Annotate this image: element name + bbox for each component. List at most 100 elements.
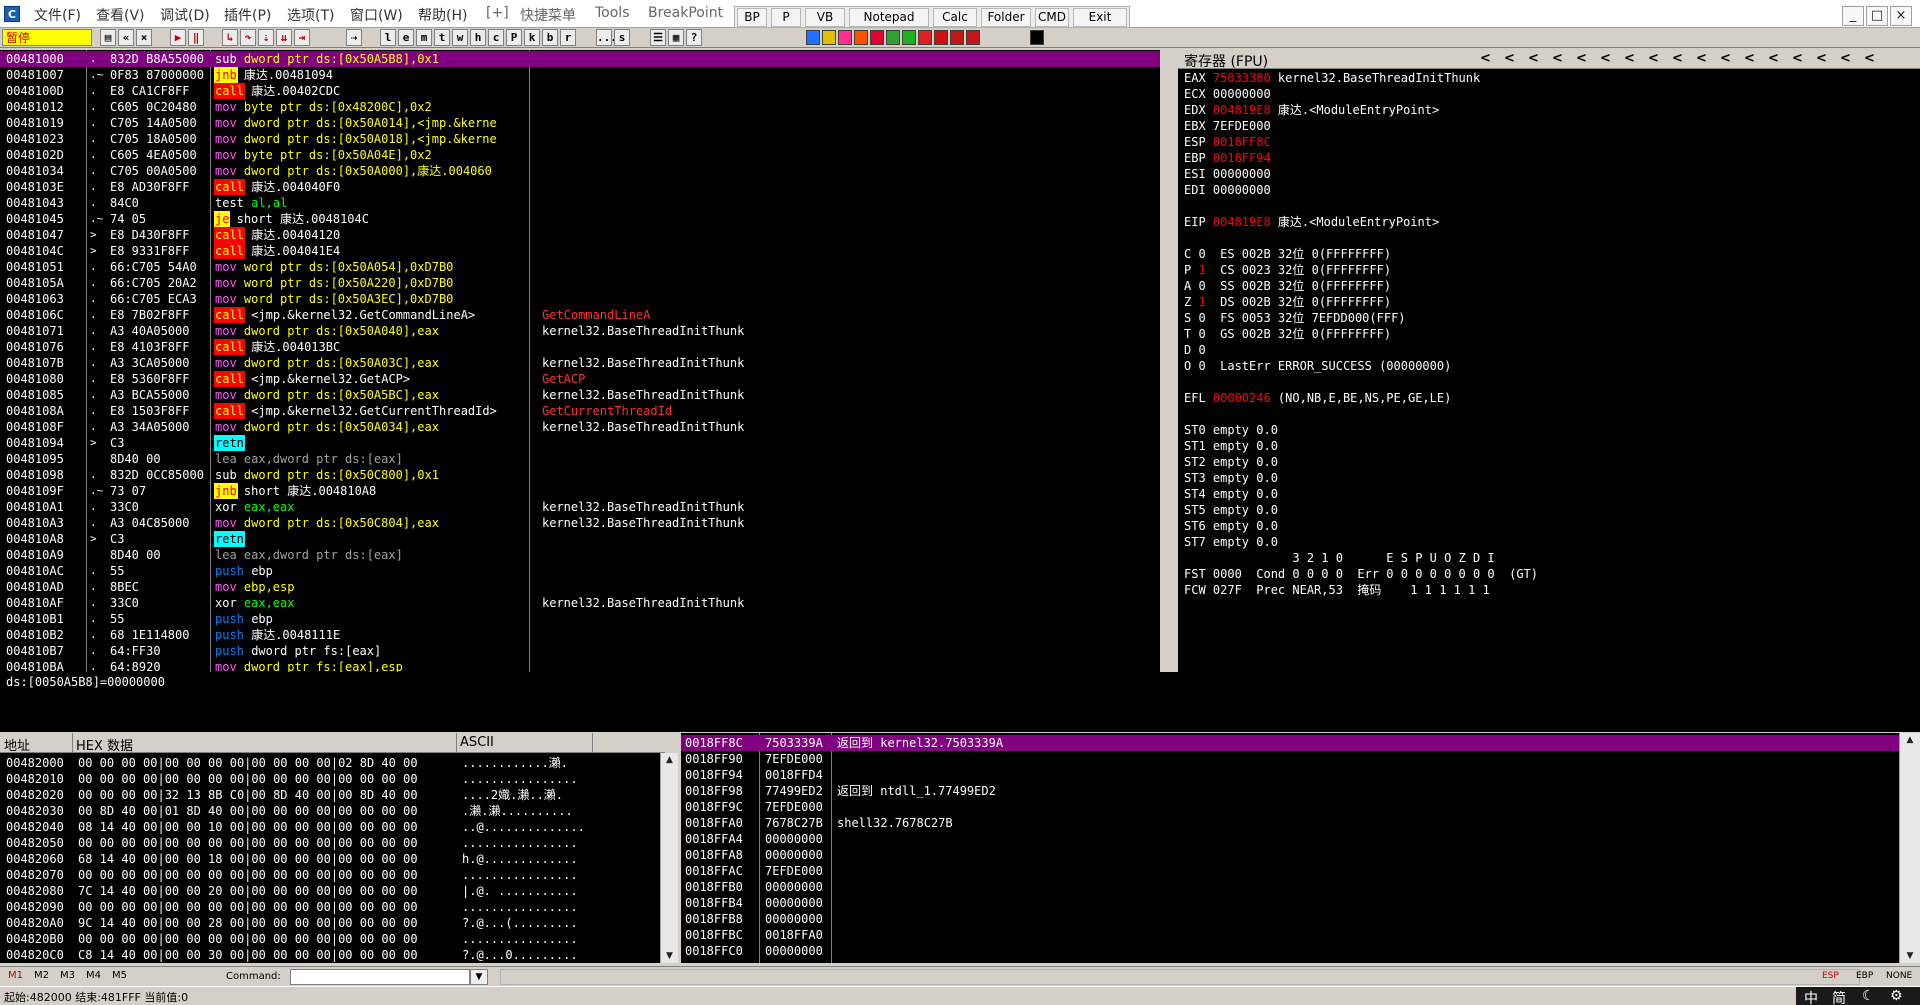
disasm-row[interactable]: 00481047 > E8 D430F8FF call 康达.00404120 [0,227,1160,243]
disasm-row[interactable]: 004810A1. 33C0 xor eax,eax kernel32.BaseThre… [0,499,1160,515]
stack-row[interactable]: 0018FFB0 00000000 [681,879,1899,895]
step-over-icon[interactable]: ↷ [240,29,256,46]
disasm-row[interactable]: 00481098. 832D 0CC85000 sub dword ptr ds:[0… [0,467,1160,483]
register-value[interactable]: 1 [1198,263,1205,277]
disasm-row[interactable]: 00481000. 832D B8A55000 sub dword ptr ds:[0… [0,51,1160,67]
register-line[interactable]: ST7 empty 0.0 [1184,534,1914,550]
disasm-row[interactable]: 00481085. A3 BCA55000 mov dword ptr ds:[0x5… [0,387,1160,403]
register-line[interactable]: D 0 [1184,342,1914,358]
breakpoints-button[interactable]: b [542,29,558,46]
menu-view[interactable]: 查看(V) [96,5,145,25]
source-button[interactable]: s [614,29,630,46]
options-icon[interactable]: ▦ [668,29,684,46]
register-value[interactable]: 1 [1198,295,1205,309]
command-input[interactable] [290,969,470,985]
plugin-icon-11[interactable] [966,30,980,45]
command-dropdown-icon[interactable]: ▼ [470,969,488,985]
disasm-row[interactable]: 00481043. 84C0 test al,al [0,195,1160,211]
disasm-row[interactable]: 00481051. 66:C705 54A0 mov word ptr ds:[0x5… [0,259,1160,275]
registers-pane[interactable]: 寄存器 (FPU) < < < < < < < < < < < < < < < < < EAX 75033380… [1178,50,1920,732]
plugin-icon-10[interactable] [950,30,964,45]
plugin-icon-4[interactable] [854,30,868,45]
register-line[interactable]: ST2 empty 0.0 [1184,454,1914,470]
disasm-row[interactable]: 0048107B. A3 3CA05000 mov dword ptr ds:[0x5… [0,355,1160,371]
register-line[interactable] [1184,230,1914,246]
register-nav-arrow[interactable]: < [1624,51,1635,66]
register-line[interactable]: EDI 00000000 [1184,182,1914,198]
windows-button[interactable]: w [452,29,468,46]
register-line[interactable]: ST5 empty 0.0 [1184,502,1914,518]
dump-col-ascii[interactable]: ASCII [460,735,494,750]
register-line[interactable]: P 1 CS 0023 32位 0(FFFFFFFF) [1184,262,1914,278]
menu-plugins[interactable]: 插件(P) [224,5,271,25]
disasm-row[interactable]: 00481071. A3 40A05000 mov dword ptr ds:[0x5… [0,323,1160,339]
register-nav-arrow[interactable]: < [1768,51,1779,66]
disasm-row[interactable]: 0048109F .~ 73 07 jnb short 康达.004810A8 [0,483,1160,499]
gear-icon[interactable]: ⚙ [1890,988,1903,1004]
menu-tools[interactable]: Tools [595,5,630,21]
register-value[interactable]: 0018FF94 [1213,151,1271,165]
stack-row[interactable]: 0018FF90 7EFDE000 [681,751,1899,767]
ime-simplified-icon[interactable]: 简 [1832,988,1846,1005]
register-line[interactable]: EAX 75033380 kernel32.BaseThreadInitThun… [1184,70,1914,86]
register-nav-arrow[interactable]: < [1528,51,1539,66]
stack-row[interactable]: 0018FFB4 00000000 [681,895,1899,911]
stack-row[interactable]: 0018FF9C 7EFDE000 [681,799,1899,815]
none-tag[interactable]: NONE [1886,971,1912,981]
dump-row[interactable]: 00482070 00 00 00 00|00 00 00 00|00 00 00… [0,867,660,883]
maximize-button[interactable]: □ [1866,6,1888,26]
plugin-icon-9[interactable] [934,30,948,45]
mark-m5[interactable]: M5 [112,970,127,981]
register-line[interactable]: ST3 empty 0.0 [1184,470,1914,486]
register-value[interactable]: 0018FF8C [1213,135,1271,149]
call-stack-button[interactable]: k [524,29,540,46]
stack-row[interactable]: 0018FFA0 7678C27B shell32.7678C27B [681,815,1899,831]
disasm-row[interactable]: 00481012. C605 0C20480 mov byte ptr ds:[0x4… [0,99,1160,115]
register-line[interactable]: 3 2 1 0 E S P U O Z D I [1184,550,1914,566]
disasm-row[interactable]: 004810A8 > C3 retn [0,531,1160,547]
stack-row[interactable]: 0018FFBC 0018FFA0 [681,927,1899,943]
dump-row[interactable]: 00482000 00 00 00 00|00 00 00 00|00 00 00… [0,755,660,771]
dump-col-hex[interactable]: HEX 数据 [76,735,133,754]
moon-icon[interactable]: ☾ [1862,988,1875,1004]
cpu-button[interactable]: c [488,29,504,46]
goto-icon[interactable]: ⇢ [346,29,362,46]
log-window-button[interactable]: l [380,29,396,46]
disasm-row[interactable]: 004810BA. 64:8920 mov dword ptr fs:[eax],es… [0,659,1160,672]
register-line[interactable] [1184,406,1914,422]
register-line[interactable]: ESP 0018FF8C [1184,134,1914,150]
menu-debug[interactable]: 调试(D) [160,5,210,25]
disasm-row[interactable]: 0048100D. E8 CA1CF8FF call 康达.00402CDC [0,83,1160,99]
register-nav-arrow[interactable]: < [1600,51,1611,66]
register-value[interactable]: 7EFDE000 [1213,119,1271,133]
rewind-icon[interactable]: « [118,29,134,46]
stack-row[interactable]: 0018FFA8 00000000 [681,847,1899,863]
disasm-row[interactable]: 0048105A. 66:C705 20A2 mov word ptr ds:[0x5… [0,275,1160,291]
register-line[interactable] [1184,198,1914,214]
register-nav-arrow[interactable]: < [1792,51,1803,66]
register-line[interactable]: FCW 027F Prec NEAR,53 掩码 1 1 1 1 1 1 [1184,582,1914,598]
disasm-row[interactable]: 0048103E. E8 AD30F8FF call 康达.004040F0 [0,179,1160,195]
register-nav-arrow[interactable]: < [1696,51,1707,66]
run-trace-button[interactable]: ... [596,29,617,46]
help-icon[interactable]: ? [686,29,702,46]
app-logo-icon[interactable]: C [4,6,20,22]
trace-over-icon[interactable]: ⇊ [276,29,292,46]
plugin-icon-1[interactable] [806,30,820,45]
stack-row[interactable]: 0018FFA4 00000000 [681,831,1899,847]
menu-window[interactable]: 窗口(W) [350,5,403,25]
plugin-icon-5[interactable] [870,30,884,45]
dump-row[interactable]: 004820B0 00 00 00 00|00 00 00 00|00 00 00… [0,931,660,947]
mark-m2[interactable]: M2 [34,970,49,981]
register-line[interactable]: A 0 SS 002B 32位 0(FFFFFFFF) [1184,278,1914,294]
disasm-row[interactable]: 00481045 .~ 74 05 je short 康达.0048104C [0,211,1160,227]
menu-help[interactable]: 帮助(H) [418,5,467,25]
scroll-up-icon[interactable]: ▲ [661,753,678,767]
dump-pane[interactable]: 00482000 00 00 00 00|00 00 00 00|00 00 00… [0,753,665,963]
dump-row[interactable]: 00482030 00 8D 40 00|01 8D 40 00|00 00 00… [0,803,660,819]
handles-button[interactable]: h [470,29,486,46]
register-nav-arrow[interactable]: < [1648,51,1659,66]
bp-button[interactable]: BP [737,8,767,27]
register-line[interactable]: EBP 0018FF94 [1184,150,1914,166]
stack-row[interactable]: 0018FF8C 7503339A 返回到 kernel32.7503339A [681,735,1899,751]
